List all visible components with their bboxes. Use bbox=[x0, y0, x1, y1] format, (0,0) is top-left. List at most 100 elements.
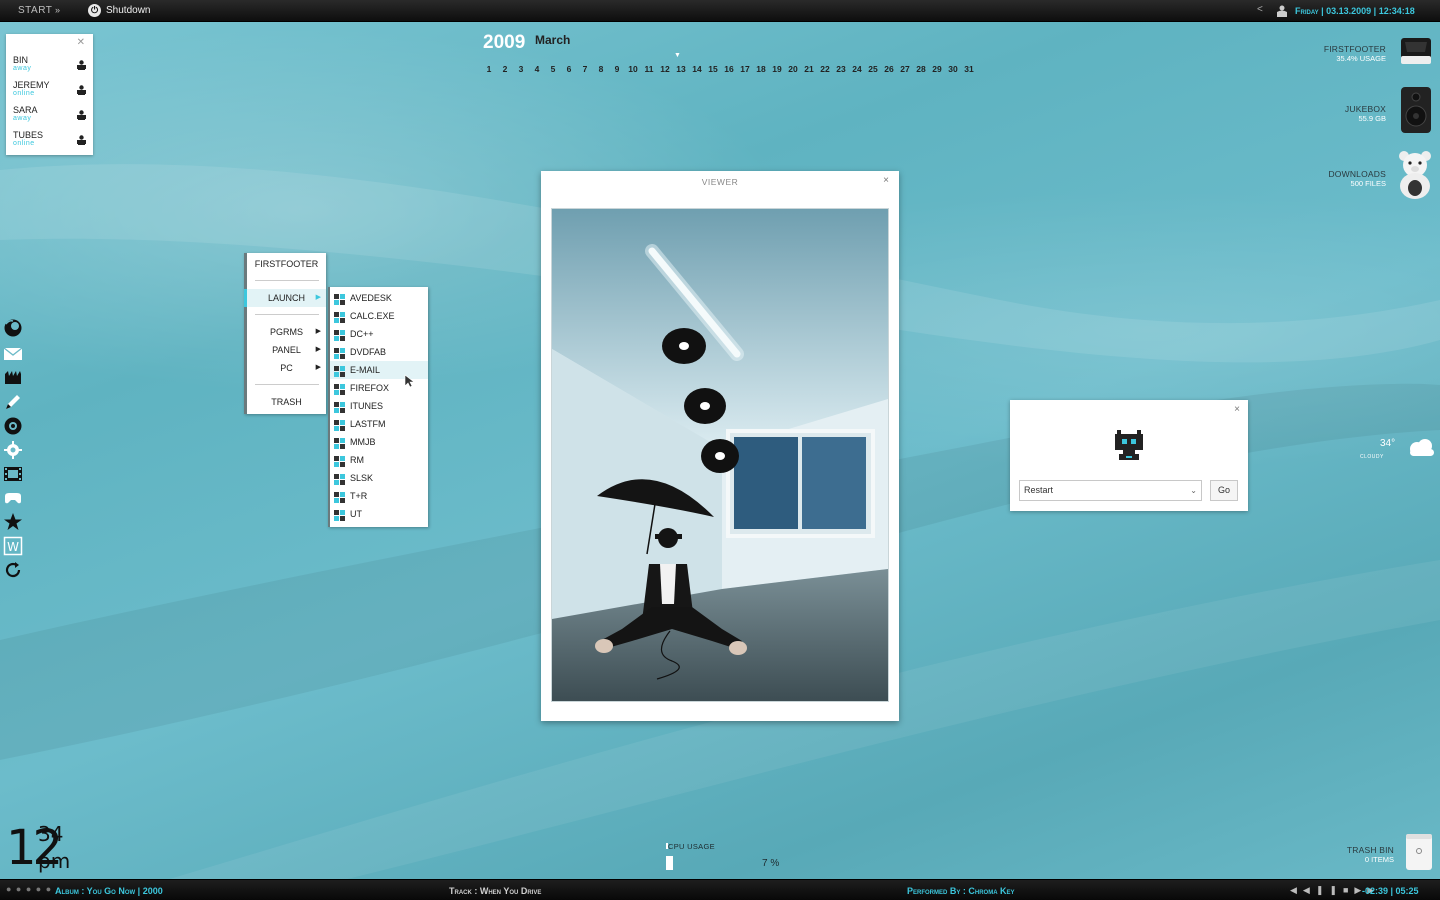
drive-downloads-label: DOWNLOADS 500 FILES bbox=[1300, 169, 1386, 188]
calendar-day[interactable]: 7 bbox=[577, 64, 593, 74]
calendar-day[interactable]: 25 bbox=[865, 64, 881, 74]
word-icon[interactable]: W bbox=[3, 536, 23, 556]
submenu-item-itunes[interactable]: ITUNES bbox=[330, 397, 428, 415]
calendar-day[interactable]: 28 bbox=[913, 64, 929, 74]
calendar-day[interactable]: 3 bbox=[513, 64, 529, 74]
calendar-day[interactable]: 23 bbox=[833, 64, 849, 74]
contact-item[interactable]: SARA away bbox=[13, 105, 88, 129]
calendar-day[interactable]: 26 bbox=[881, 64, 897, 74]
gamepad-icon[interactable] bbox=[3, 488, 23, 508]
submenu-item-ut[interactable]: UT bbox=[330, 505, 428, 523]
contact-item[interactable]: TUBES online bbox=[13, 130, 88, 154]
cpu-value: 7 % bbox=[762, 858, 780, 869]
calendar-day[interactable]: 1 bbox=[481, 64, 497, 74]
calendar-day[interactable]: 29 bbox=[929, 64, 945, 74]
submenu-item-calc-exe[interactable]: CALC.EXE bbox=[330, 307, 428, 325]
drive-firstfooter-icon[interactable] bbox=[1399, 34, 1433, 73]
refresh-icon[interactable] bbox=[3, 560, 23, 580]
rewind-icon[interactable]: ◀◀ bbox=[1290, 885, 1316, 895]
calendar-day[interactable]: 2 bbox=[497, 64, 513, 74]
submenu-item-label: LASTFM bbox=[350, 419, 386, 429]
shutdown-button[interactable]: Shutdown bbox=[106, 5, 150, 16]
close-icon[interactable]: ✕ bbox=[77, 37, 85, 48]
menu-item-label: PANEL bbox=[272, 345, 301, 355]
start-arrow-icon[interactable]: » bbox=[55, 5, 60, 15]
menu-item-label: LAUNCH bbox=[267, 293, 305, 303]
mail-icon[interactable] bbox=[3, 344, 23, 364]
back-arrow-icon[interactable]: < bbox=[1257, 4, 1263, 15]
user-icon[interactable] bbox=[1277, 4, 1287, 22]
power-icon[interactable]: ⏻ bbox=[88, 4, 101, 17]
menu-item-label: PGRMS bbox=[269, 327, 303, 337]
top-taskbar: START » ⏻ Shutdown < Friday | 03.13.2009… bbox=[0, 0, 1440, 22]
calendar-day[interactable]: 10 bbox=[625, 64, 641, 74]
drive-jukebox-icon[interactable] bbox=[1400, 86, 1432, 139]
track-info: Track : When You Drive bbox=[449, 886, 541, 896]
calendar-day[interactable]: 13 bbox=[673, 64, 689, 74]
calendar-day[interactable]: 4 bbox=[529, 64, 545, 74]
pencil-icon[interactable] bbox=[3, 392, 23, 412]
submenu-item-dc-[interactable]: DC++ bbox=[330, 325, 428, 343]
calendar-day[interactable]: 27 bbox=[897, 64, 913, 74]
calendar-day[interactable]: 6 bbox=[561, 64, 577, 74]
downloads-bear-icon[interactable] bbox=[1396, 150, 1434, 205]
calendar-day[interactable]: 20 bbox=[785, 64, 801, 74]
globe-icon[interactable] bbox=[3, 416, 23, 436]
calendar-day[interactable]: 12 bbox=[657, 64, 673, 74]
submenu-item-rm[interactable]: RM bbox=[330, 451, 428, 469]
menu-item-launch[interactable]: LAUNCH ▶ bbox=[244, 289, 326, 307]
calendar-day[interactable]: 14 bbox=[689, 64, 705, 74]
submenu-item-t-r[interactable]: T+R bbox=[330, 487, 428, 505]
selected-option: Restart bbox=[1024, 485, 1054, 495]
menu-item-trash[interactable]: TRASH bbox=[247, 393, 326, 411]
calendar-day[interactable]: 18 bbox=[753, 64, 769, 74]
shutdown-option-select[interactable]: Restart ⌄ bbox=[1019, 480, 1202, 501]
app-icon bbox=[334, 509, 345, 527]
performer-value: Chroma Key bbox=[968, 886, 1015, 896]
star-icon[interactable] bbox=[3, 512, 23, 532]
menu-item-firstfooter[interactable]: FIRSTFOOTER bbox=[247, 255, 326, 273]
calendar-day[interactable]: 16 bbox=[721, 64, 737, 74]
calendar-day[interactable]: 17 bbox=[737, 64, 753, 74]
robot-icon bbox=[1113, 428, 1145, 467]
calendar-day[interactable]: 8 bbox=[593, 64, 609, 74]
contacts-panel: ✕ BIN away JEREMY online SARA away TUBES… bbox=[6, 34, 93, 155]
creature-icon[interactable] bbox=[3, 368, 23, 388]
menu-item-pgrms[interactable]: PGRMS ▶ bbox=[247, 323, 326, 341]
calendar-today-marker: ▼ bbox=[674, 52, 681, 59]
firefox-icon[interactable] bbox=[3, 318, 23, 338]
submenu-item-slsk[interactable]: SLSK bbox=[330, 469, 428, 487]
drive-info: 35.4% USAGE bbox=[1336, 54, 1386, 63]
mouse-cursor-icon bbox=[404, 374, 416, 393]
pause-icon[interactable]: ❚❚ bbox=[1316, 885, 1343, 895]
gear-icon[interactable] bbox=[3, 440, 23, 460]
menu-item-panel[interactable]: PANEL ▶ bbox=[247, 341, 326, 359]
contact-item[interactable]: BIN away bbox=[13, 55, 88, 79]
trash-bin-icon[interactable] bbox=[1404, 833, 1434, 871]
film-icon[interactable] bbox=[3, 464, 23, 484]
close-icon[interactable]: × bbox=[1234, 404, 1240, 415]
start-button[interactable]: START bbox=[18, 5, 52, 16]
close-icon[interactable]: × bbox=[883, 175, 889, 186]
calendar-year: 2009 bbox=[483, 32, 526, 53]
viewer-window: VIEWER × bbox=[541, 171, 899, 721]
submenu-item-lastfm[interactable]: LASTFM bbox=[330, 415, 428, 433]
stop-icon[interactable]: ■ bbox=[1343, 885, 1354, 895]
contact-item[interactable]: JEREMY online bbox=[13, 80, 88, 104]
submenu-item-mmjb[interactable]: MMJB bbox=[330, 433, 428, 451]
calendar-day[interactable]: 11 bbox=[641, 64, 657, 74]
calendar-day[interactable]: 22 bbox=[817, 64, 833, 74]
submenu-item-avedesk[interactable]: AVEDESK bbox=[330, 289, 428, 307]
go-button[interactable]: Go bbox=[1210, 480, 1238, 501]
calendar-day[interactable]: 19 bbox=[769, 64, 785, 74]
calendar-day[interactable]: 15 bbox=[705, 64, 721, 74]
calendar-day[interactable]: 5 bbox=[545, 64, 561, 74]
submenu-item-dvdfab[interactable]: DVDFAB bbox=[330, 343, 428, 361]
calendar-day[interactable]: 21 bbox=[801, 64, 817, 74]
calendar-day[interactable]: 24 bbox=[849, 64, 865, 74]
calendar-day[interactable]: 31 bbox=[961, 64, 977, 74]
menu-item-pc[interactable]: PC ▶ bbox=[247, 359, 326, 377]
calendar-day[interactable]: 9 bbox=[609, 64, 625, 74]
submenu-item-label: ITUNES bbox=[350, 401, 384, 411]
calendar-day[interactable]: 30 bbox=[945, 64, 961, 74]
